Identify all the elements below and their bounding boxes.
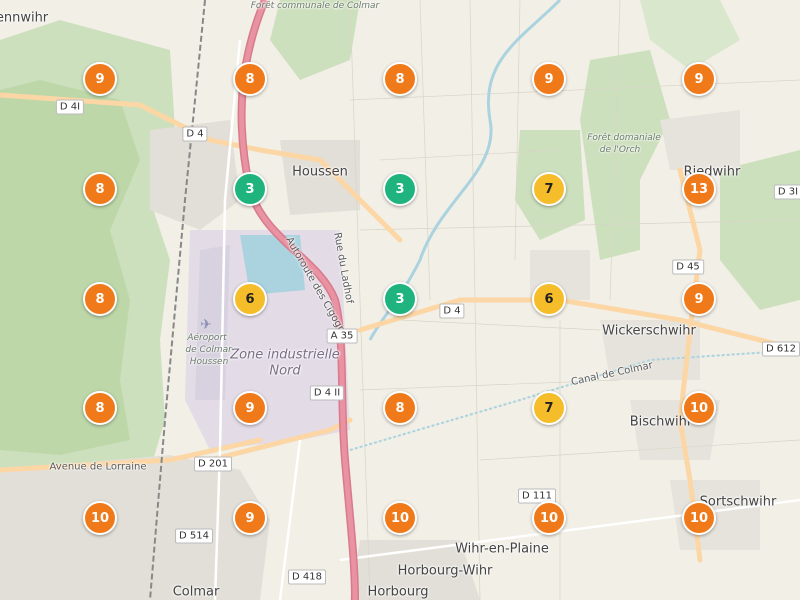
place-label: Wickerschwihr (602, 323, 696, 339)
cluster-marker[interactable]: 8 (383, 391, 417, 425)
road-shield: D 4 (182, 126, 208, 142)
cluster-marker[interactable]: 10 (83, 501, 117, 535)
road-shield: D 201 (194, 456, 232, 472)
road-shield: D 418 (288, 569, 326, 585)
place-label: Horbourg-Wihr (397, 563, 493, 579)
cluster-marker[interactable]: 10 (682, 501, 716, 535)
cluster-count: 8 (245, 71, 255, 87)
cluster-marker[interactable]: 6 (532, 282, 566, 316)
urban-area (0, 455, 270, 600)
place-label: Wihr-en-Plaine (455, 541, 549, 557)
cluster-count: 10 (390, 510, 410, 526)
cluster-marker[interactable]: 8 (83, 282, 117, 316)
cluster-marker[interactable]: 10 (532, 501, 566, 535)
cluster-marker[interactable]: 9 (682, 282, 716, 316)
cluster-marker[interactable]: 10 (682, 391, 716, 425)
cluster-marker[interactable]: 8 (383, 62, 417, 96)
forest-area (0, 80, 140, 455)
cluster-marker[interactable]: 3 (383, 172, 417, 206)
cluster-count: 9 (95, 71, 105, 87)
cluster-marker[interactable]: 3 (383, 282, 417, 316)
road-name-label: Avenue de Lorraine (49, 461, 147, 473)
place-label: Forêt communale de Colmar (250, 1, 380, 11)
cluster-count: 9 (694, 291, 704, 307)
cluster-marker[interactable]: 7 (532, 172, 566, 206)
cluster-count: 8 (95, 181, 105, 197)
cluster-marker[interactable]: 8 (83, 172, 117, 206)
cluster-count: 6 (245, 291, 255, 307)
cluster-marker[interactable]: 13 (682, 172, 716, 206)
cluster-count: 8 (95, 400, 105, 416)
cluster-count: 6 (544, 291, 554, 307)
cluster-marker[interactable]: 9 (233, 391, 267, 425)
cluster-marker[interactable]: 10 (383, 501, 417, 535)
urban-area (660, 110, 740, 170)
place-label: Horbourg (367, 584, 429, 600)
cluster-count: 10 (539, 510, 559, 526)
cluster-count: 9 (544, 71, 554, 87)
road-shield: D 4I (55, 99, 85, 115)
cluster-count: 10 (90, 510, 110, 526)
cluster-marker[interactable]: 9 (532, 62, 566, 96)
place-label: Houssen (189, 357, 229, 367)
road-shield: D 612 (762, 341, 800, 357)
airport-icon: ✈ (200, 317, 212, 333)
road-shield: D 3I (773, 184, 800, 200)
cluster-count: 10 (689, 510, 709, 526)
cluster-count: 8 (395, 400, 405, 416)
cluster-count: 9 (694, 71, 704, 87)
place-label: Nord (269, 363, 301, 379)
place-label: ennwihr (0, 10, 49, 26)
road-shield: D 514 (175, 528, 213, 544)
place-label: de l'Orch (599, 145, 641, 155)
cluster-marker[interactable]: 7 (532, 391, 566, 425)
place-label: de Colmar- (185, 345, 235, 355)
cluster-marker[interactable]: 9 (83, 62, 117, 96)
cluster-marker[interactable]: 9 (682, 62, 716, 96)
place-label: Colmar (172, 584, 220, 600)
cluster-count: 8 (95, 291, 105, 307)
cluster-marker[interactable]: 9 (233, 501, 267, 535)
cluster-count: 3 (245, 181, 255, 197)
place-label: Houssen (292, 164, 348, 180)
cluster-count: 9 (245, 400, 255, 416)
cluster-marker[interactable]: 8 (233, 62, 267, 96)
road-shield: D 4 (439, 303, 465, 319)
cluster-count: 9 (245, 510, 255, 526)
cluster-count: 7 (544, 400, 554, 416)
cluster-marker[interactable]: 8 (83, 391, 117, 425)
road-shield: A 35 (326, 328, 358, 344)
cluster-count: 3 (395, 291, 405, 307)
cluster-count: 13 (689, 181, 709, 197)
road-shield: D 4 II (309, 385, 345, 401)
cluster-count: 8 (395, 71, 405, 87)
road-shield: D 45 (672, 259, 704, 275)
place-label: Aéroport (187, 333, 227, 343)
place-label: Forêt domaniale (587, 133, 661, 143)
cluster-count: 7 (544, 181, 554, 197)
place-label: Zone industrielle (230, 347, 340, 363)
place-label: Bischwihr (629, 414, 693, 430)
cluster-count: 10 (689, 400, 709, 416)
cluster-marker[interactable]: 6 (233, 282, 267, 316)
cluster-marker[interactable]: 3 (233, 172, 267, 206)
cluster-count: 3 (395, 181, 405, 197)
